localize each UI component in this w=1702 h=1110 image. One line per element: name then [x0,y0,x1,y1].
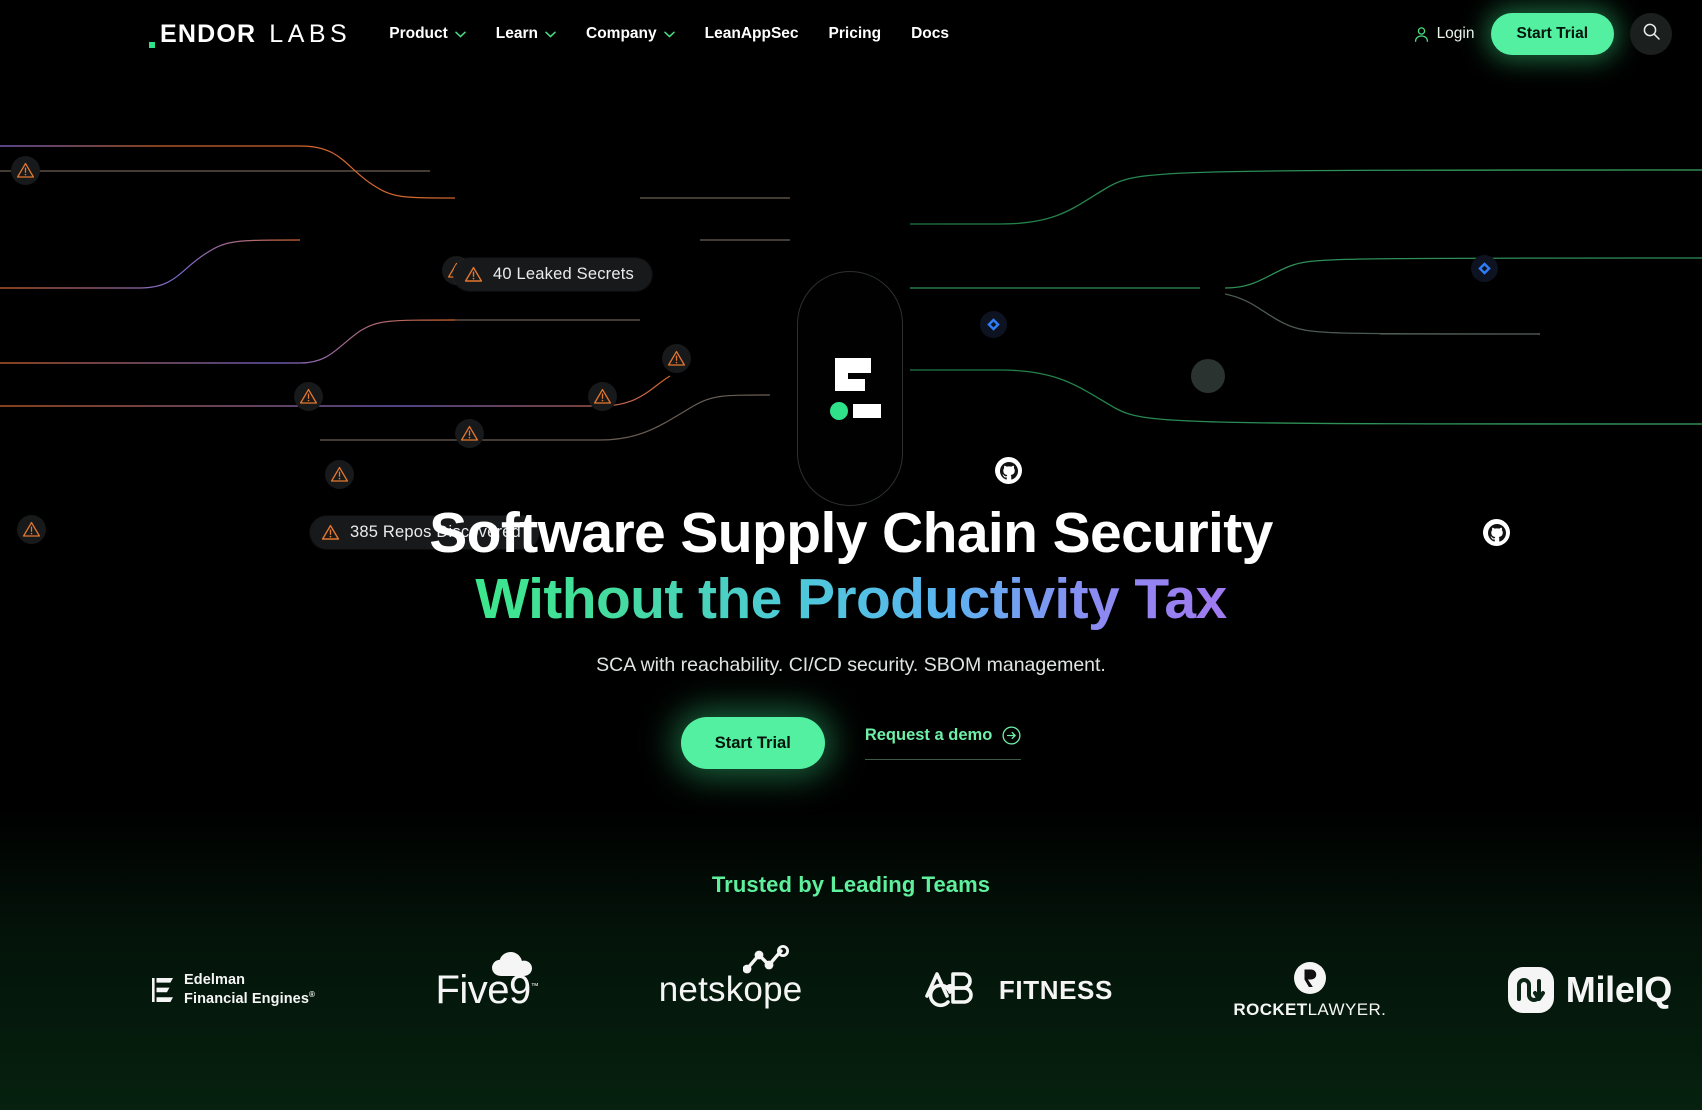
five9-tm-mark: ™ [530,981,539,991]
alert-node[interactable] [325,460,354,489]
five9-cloud-icon [492,951,536,976]
warning-triangle-icon [299,387,318,406]
hero-headline-line2-wrap: Without the Productivity Tax [0,566,1702,632]
rocket-lawyer-wordmark: ROCKETLAWYER. [1233,999,1387,1019]
edelman-line2: Financial Engines [184,990,309,1007]
client-logo-five9: Five9™ [435,951,539,1013]
trusted-by-title: Trusted by Leading Teams [711,872,991,897]
login-link[interactable]: Login [1413,25,1475,43]
request-demo-link[interactable]: Request a demo [864,726,1022,761]
nav-label: Docs [911,25,949,42]
chevron-down-icon [545,31,556,38]
nav-item-learn[interactable]: Learn [496,25,556,43]
warning-triangle-icon [593,387,612,406]
warning-triangle-icon [464,265,483,284]
logo-endor-text: ENDOR [149,20,256,49]
warning-triangle-icon [330,465,349,484]
search-button[interactable] [1630,13,1672,55]
mileiq-mark-icon [1507,966,1555,1014]
client-logo-abc-fitness: FITNESS [923,968,1113,1012]
alert-node[interactable] [662,344,691,373]
hero-headline-line2: Without the Productivity Tax [475,567,1227,632]
diamond-icon [986,317,1001,332]
endor-mark-icon [827,357,881,420]
artifact-node[interactable] [980,311,1007,338]
mark-bar-top [835,357,871,373]
hero-section: Software Supply Chain Security Without t… [0,500,1702,770]
nav-label: Product [389,25,448,42]
alert-node[interactable] [294,382,323,411]
main-navigation: Product Learn Company LeanAppSec Pricing… [389,25,949,43]
github-node[interactable] [995,457,1022,484]
nav-item-leanappsec[interactable]: LeanAppSec [705,25,799,43]
nav-label: LeanAppSec [704,25,799,42]
leaked-secrets-label: 40 Leaked Secrets [453,258,652,291]
abc-fitness-wordmark: FITNESS [998,974,1113,1005]
artifact-node[interactable] [1471,255,1498,282]
nav-item-docs[interactable]: Docs [911,25,949,43]
nav-label: Learn [495,25,539,42]
header-actions: Login Start Trial [1413,13,1672,55]
nav-item-company[interactable]: Company [586,25,675,43]
mileiq-wordmark: MileIQ [1565,969,1673,1010]
diamond-icon [1477,261,1492,276]
search-icon [1642,22,1661,46]
hero-subheadline: SCA with reachability. CI/CD security. S… [596,654,1106,677]
mark-bar-bottom [853,403,881,418]
endor-labs-logo[interactable]: ENDOR LABS [149,19,352,49]
alert-node[interactable] [455,419,484,448]
netskope-mark-icon [743,945,795,977]
warning-triangle-icon [460,424,479,443]
alert-node[interactable] [588,382,617,411]
login-label: Login [1436,25,1475,42]
hero-headline-line1: Software Supply Chain Security [429,501,1273,565]
warning-triangle-icon [16,161,35,180]
user-icon [1413,26,1430,43]
warning-triangle-icon [667,349,686,368]
nav-item-pricing[interactable]: Pricing [829,25,882,43]
endor-mark-capsule [797,271,903,506]
logo-labs-text: LABS [269,19,352,48]
nav-item-product[interactable]: Product [389,25,466,43]
client-logo-edelman: Edelman Financial Engines® [150,972,315,1008]
landing-page: ENDOR LABS Product Learn Company LeanApp… [0,0,1702,1110]
edelman-wordmark: Edelman Financial Engines® [184,972,315,1008]
client-logo-row: Edelman Financial Engines® Five9™ netsko… [0,945,1702,1035]
chevron-down-icon [663,31,675,38]
hub-node[interactable] [1191,359,1225,393]
supply-chain-graphic: 40 Leaked Secrets 385 Repos Discovered [0,88,1702,549]
client-logo-netskope: netskope [659,945,803,1010]
hero-start-trial-button[interactable]: Start Trial [680,717,825,770]
logo-green-dot [149,41,155,48]
rocket-lawyer-mark-icon [1293,961,1327,995]
trusted-by-section: Trusted by Leading Teams Edelman Financi… [0,810,1702,1110]
header-start-trial-button[interactable]: Start Trial [1490,13,1614,55]
chevron-down-icon [455,31,466,38]
edelman-mark-icon [150,976,175,1004]
arrow-right-circle-icon [1002,726,1021,745]
mark-bar-mid [835,378,865,391]
nav-label: Company [586,25,657,42]
leaked-secrets-text: 40 Leaked Secrets [493,265,634,283]
client-logo-mileiq: MileIQ [1507,966,1672,1014]
edelman-line1: Edelman [184,971,246,988]
github-icon [999,461,1018,480]
client-logo-rocket-lawyer: ROCKETLAWYER. [1233,961,1386,1020]
site-header: ENDOR LABS Product Learn Company LeanApp… [0,0,1702,68]
abc-fitness-mark-icon [923,968,985,1012]
mark-green-dot [830,401,848,420]
alert-node[interactable] [11,156,40,185]
hero-cta-row: Start Trial Request a demo [0,717,1702,770]
request-demo-label: Request a demo [864,726,993,745]
edelman-registered-mark: ® [308,989,315,999]
nav-label: Pricing [828,25,882,42]
